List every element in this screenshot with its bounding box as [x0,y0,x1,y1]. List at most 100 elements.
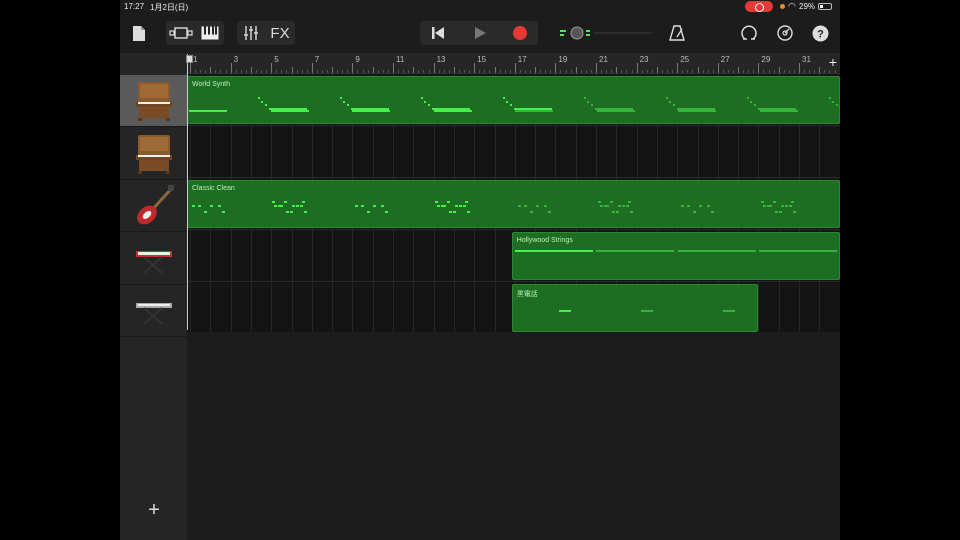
help-icon[interactable]: ? [809,22,831,44]
region-kurodenwa[interactable]: 黒電話 [511,284,759,332]
track-lane-2[interactable] [187,126,840,178]
ruler-subtick [357,70,359,73]
ruler-subtick [438,70,440,73]
midi-note [355,205,358,207]
rewind-icon[interactable] [426,22,450,44]
region-hollywood-strings[interactable]: Hollywood Strings [511,232,840,280]
ruler-subtick [626,70,628,73]
track-header-2[interactable] [120,128,187,180]
ruler-tick [677,63,679,73]
midi-note [747,97,749,99]
ruler-subtick [519,70,521,73]
midi-note [436,205,440,207]
ruler-subtick [220,70,222,73]
metronome-icon[interactable] [666,22,688,44]
ruler-subtick [646,70,648,73]
midi-note [828,97,831,99]
ruler-tick [311,63,313,73]
midi-note [693,211,696,213]
record-icon[interactable] [508,22,532,44]
ruler-subtick [215,70,217,73]
ruler-subtick [804,70,806,73]
tracks-view-icon[interactable] [168,22,194,44]
ruler-subtick [621,70,623,73]
midi-note [218,205,221,207]
grid-line [332,126,334,178]
ruler-subtick [743,70,745,73]
midi-note [773,201,776,203]
ruler-subtick [631,70,633,73]
region-classic-clean[interactable]: Classic Clean [187,180,840,228]
keyboard-icon[interactable] [198,22,222,44]
midi-note [361,205,364,207]
midi-note [346,104,349,106]
document-icon[interactable] [130,22,148,44]
ruler-subtick [809,70,811,73]
grid-line [819,282,821,334]
grid-line [453,230,455,282]
loop-icon[interactable] [738,22,760,44]
midi-note [515,110,553,112]
bar-number-3: 3 [233,55,239,64]
screen-recording-icon[interactable] [745,1,773,12]
track-lane-5[interactable]: 黒電話 [187,282,840,334]
midi-note [284,201,287,203]
mixer-icon[interactable] [241,22,261,44]
midi-note [272,201,275,203]
ruler-subtick [261,70,263,73]
track-header-4[interactable] [120,233,187,285]
settings-icon[interactable] [774,22,796,44]
midi-note [303,211,307,213]
midi-note [509,104,512,106]
grid-line [717,126,719,178]
track-lane-3[interactable]: Classic Clean [187,178,840,230]
add-section-button[interactable]: + [829,54,837,70]
track-header-5[interactable] [120,285,187,337]
ruler-subtick [540,70,542,73]
grid-line [250,282,252,334]
track-lane-1[interactable]: World Synth [187,74,840,126]
track-lane-4[interactable]: Hollywood Strings [187,230,840,282]
midi-note [628,201,631,203]
ruler-subtick [601,70,603,73]
bar-number-9: 9 [355,55,360,64]
ruler-subtick [641,70,643,73]
ruler-tick [575,67,577,73]
ruler-tick [494,67,496,73]
midi-note [204,211,207,213]
volume-slider[interactable] [558,26,654,40]
midi-note [189,110,227,112]
bar-number-23: 23 [639,55,649,64]
grid-line [210,126,212,178]
playhead-handle[interactable] [186,55,193,63]
midi-note [759,250,838,252]
ruler-subtick [499,70,501,73]
ruler-subtick [255,70,257,73]
fx-button[interactable]: FX [267,22,293,44]
grid-line [494,230,496,282]
svg-text:?: ? [817,28,824,40]
ruler-tick [352,63,354,73]
ruler-tick [535,67,537,73]
ruler-subtick [702,70,704,73]
playhead[interactable] [187,54,188,330]
add-track-button[interactable]: + [144,500,164,520]
bar-number-13: 13 [436,55,446,64]
ruler-subtick [342,70,344,73]
timeline-ruler[interactable]: + 1 3 5 7 9 11 13 15 17 19 21 23 25 27 29 31 [187,53,840,74]
ruler-subtick [727,70,729,73]
status-bar: 17:27 1月2日(日) ◠ 29% [120,0,840,13]
grid-line [413,282,415,334]
play-icon[interactable] [468,22,492,44]
track-header-1[interactable] [120,75,187,127]
grid-line [352,230,354,282]
midi-note [454,205,458,207]
grid-line [413,230,415,282]
empty-track-area[interactable] [187,332,840,540]
track-header-3[interactable] [120,180,187,232]
ruler-subtick [362,70,364,73]
midi-note [424,101,426,103]
midi-note [222,211,225,213]
region-world-synth[interactable]: World Synth [187,76,840,124]
midi-note [587,101,589,103]
